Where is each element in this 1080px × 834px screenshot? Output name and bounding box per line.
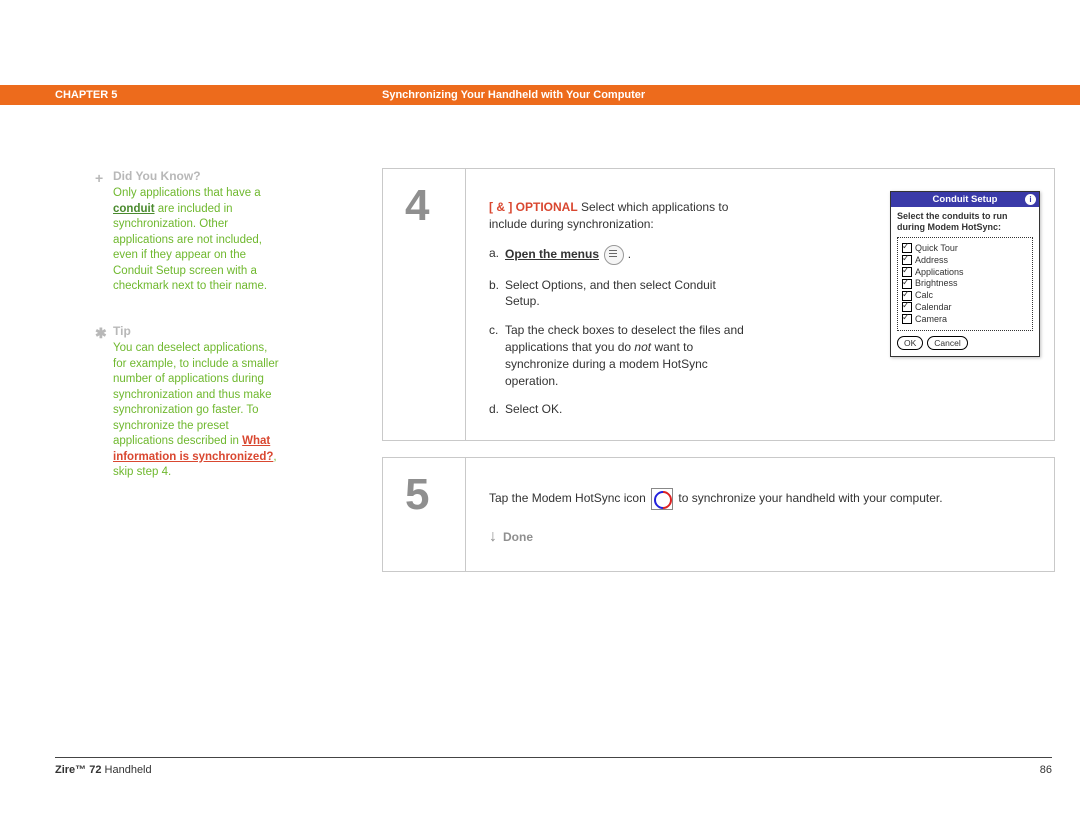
- step5-text-before: Tap the Modem HotSync icon: [489, 491, 649, 505]
- palm-check-label: Address: [915, 255, 948, 266]
- substep-c: c. Tap the check boxes to deselect the f…: [489, 322, 744, 389]
- checkbox-icon: [902, 302, 912, 312]
- substep-b-letter: b.: [489, 277, 499, 294]
- footer-zire-rest: Handheld: [101, 764, 151, 776]
- palm-check-label: Calendar: [915, 302, 952, 313]
- palm-ok-button: OK: [897, 336, 923, 350]
- palm-check-item: Quick Tour: [902, 243, 1028, 254]
- footer-device-name: Zire™ 72 Handheld: [55, 764, 152, 776]
- done-label: Done: [503, 529, 533, 546]
- down-arrow-icon: ↓: [489, 526, 497, 548]
- substep-b-text: Select Options, and then select Conduit …: [505, 278, 716, 309]
- checkbox-icon: [902, 255, 912, 265]
- palm-check-item: Applications: [902, 267, 1028, 278]
- substep-a-dot: .: [624, 247, 631, 261]
- substep-d-letter: d.: [489, 401, 499, 418]
- palm-check-label: Calc: [915, 290, 933, 301]
- palm-check-item: Calc: [902, 290, 1028, 301]
- dyk-text-2: are included in synchronization. Other a…: [113, 203, 267, 293]
- palm-check-label: Camera: [915, 314, 947, 325]
- info-icon: i: [1025, 194, 1036, 205]
- palm-check-label: Brightness: [915, 278, 958, 289]
- palm-check-label: Quick Tour: [915, 243, 958, 254]
- palm-cancel-button: Cancel: [927, 336, 967, 350]
- chapter-header: CHAPTER 5 Synchronizing Your Handheld wi…: [0, 85, 1080, 105]
- palm-title-text: Conduit Setup: [933, 194, 998, 205]
- menu-icon: [604, 245, 624, 265]
- palm-titlebar: Conduit Setup i: [891, 192, 1039, 207]
- step-5-content: Tap the Modem HotSync icon to synchroniz…: [465, 458, 1054, 570]
- checkbox-icon: [902, 279, 912, 289]
- sidebar: + Did You Know? Only applications that h…: [113, 168, 283, 509]
- substep-c-letter: c.: [489, 322, 498, 339]
- plus-icon: +: [95, 169, 103, 188]
- page-number: 86: [1040, 764, 1052, 776]
- palm-checklist: Quick Tour Address Applications Brightne…: [897, 237, 1033, 331]
- substep-a: a. Open the menus .: [489, 245, 744, 265]
- step-5-number: 5: [405, 470, 429, 520]
- chapter-label: CHAPTER 5: [55, 89, 117, 101]
- step5-text-after: to synchronize your handheld with your c…: [675, 491, 942, 505]
- palm-check-item: Brightness: [902, 278, 1028, 289]
- step-4-content: [ & ] OPTIONAL Select which applications…: [465, 169, 1054, 440]
- step-num-cell: 5: [383, 458, 466, 570]
- substep-a-letter: a.: [489, 245, 499, 262]
- step-4-box: 4 [ & ] OPTIONAL Select which applicatio…: [382, 168, 1055, 441]
- hotsync-icon: [651, 488, 673, 510]
- did-you-know-block: + Did You Know? Only applications that h…: [113, 168, 283, 295]
- step-num-cell: 4: [383, 169, 466, 440]
- substep-c-text1: Tap the check boxes to deselect the file…: [505, 323, 744, 354]
- step-5-box: 5 Tap the Modem HotSync icon to synchron…: [382, 457, 1055, 571]
- tip-text-1: You can deselect applications, for examp…: [113, 342, 279, 447]
- substep-d: d. Select OK.: [489, 401, 744, 418]
- optional-label: [ & ] OPTIONAL: [489, 200, 578, 214]
- checkbox-icon: [902, 314, 912, 324]
- palm-instruction: Select the conduits to run during Modem …: [897, 211, 1033, 233]
- conduit-setup-screenshot: Conduit Setup i Select the conduits to r…: [890, 191, 1040, 357]
- conduit-link[interactable]: conduit: [113, 203, 155, 215]
- page-footer: Zire™ 72 Handheld 86: [55, 757, 1052, 776]
- palm-check-item: Calendar: [902, 302, 1028, 313]
- dyk-text-1: Only applications that have a: [113, 187, 261, 199]
- did-you-know-body: Only applications that have a conduit ar…: [113, 186, 283, 295]
- palm-check-item: Address: [902, 255, 1028, 266]
- tip-heading: Tip: [113, 323, 283, 339]
- checkbox-icon: [902, 291, 912, 301]
- open-menus-link[interactable]: Open the menus: [505, 247, 599, 261]
- checkbox-icon: [902, 267, 912, 277]
- asterisk-icon: ✱: [95, 324, 107, 343]
- substep-c-not: not: [634, 340, 651, 354]
- checkbox-icon: [902, 243, 912, 253]
- tip-body: You can deselect applications, for examp…: [113, 341, 283, 481]
- done-row: ↓ Done: [489, 526, 1034, 548]
- palm-check-label: Applications: [915, 267, 964, 278]
- chapter-title: Synchronizing Your Handheld with Your Co…: [382, 89, 645, 101]
- substep-b: b. Select Options, and then select Condu…: [489, 277, 744, 311]
- step-4-number: 4: [405, 181, 429, 231]
- did-you-know-heading: Did You Know?: [113, 168, 283, 184]
- substep-d-text: Select OK.: [505, 402, 562, 416]
- main-steps: 4 [ & ] OPTIONAL Select which applicatio…: [382, 168, 1055, 588]
- tip-block: ✱ Tip You can deselect applications, for…: [113, 323, 283, 481]
- footer-zire-bold: Zire™ 72: [55, 764, 101, 776]
- palm-check-item: Camera: [902, 314, 1028, 325]
